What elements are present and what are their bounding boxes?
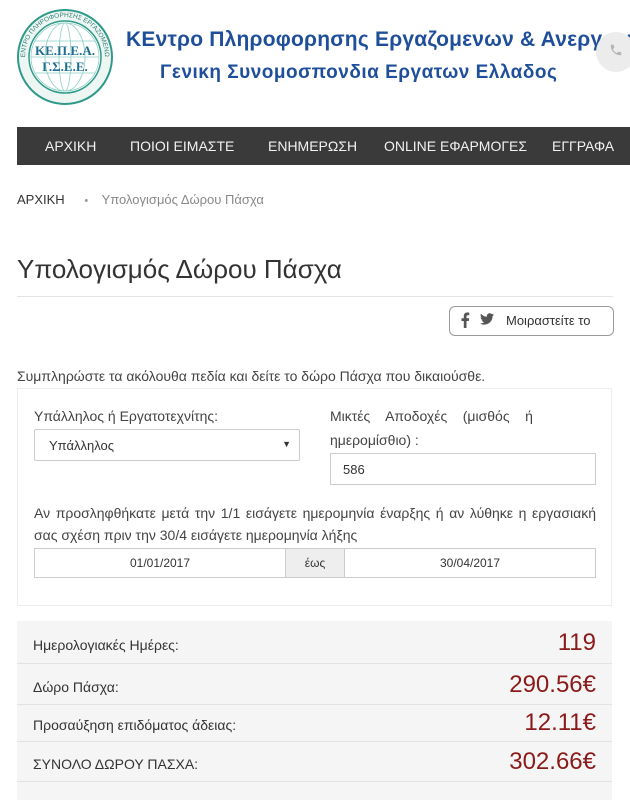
wage-input[interactable]: 586: [330, 453, 596, 485]
result-row-days: Ημερολογιακές Ημέρες: 119: [17, 625, 612, 663]
logo-text-top: ΚΕ.Π.Ε.Α.: [35, 43, 95, 58]
breadcrumb-home[interactable]: ΑΡΧΙΚΗ: [17, 192, 65, 207]
nav-item-news[interactable]: ΕΝΗΜΕΡΩΣΗ: [268, 138, 357, 154]
nav-item-documents[interactable]: ΕΓΓΡΑΦΑ: [552, 138, 614, 154]
result-label: Ημερολογιακές Ημέρες:: [33, 637, 179, 653]
result-divider: [17, 663, 612, 664]
result-value: 302.66€: [509, 748, 596, 775]
nav-item-online-apps[interactable]: ONLINE ΕΦΑΡΜΟΓΕΣ: [384, 138, 527, 154]
date-range: 01/01/2017 έως 30/04/2017: [34, 548, 596, 578]
phone-icon: [609, 43, 623, 62]
date-from-input[interactable]: 01/01/2017: [35, 549, 286, 577]
result-row-easter-bonus: Δώρο Πάσχα: 290.56€: [17, 667, 612, 705]
site-logo[interactable]: ΚΕ.Π.Ε.Α. Γ.Σ.Ε.Ε. ΚΕΝΤΡΟ ΠΛΗΡΟΦΟΡΗΣΗΣ Ε…: [14, 3, 114, 106]
employee-type-label: Υπάλληλος ή Εργατοτεχνίτης:: [34, 408, 219, 424]
result-value: 12.11€: [524, 709, 596, 736]
main-nav: ΑΡΧΙΚΗ ΠΟΙΟΙ ΕΙΜΑΣΤΕ ΕΝΗΜΕΡΩΣΗ ONLINE ΕΦ…: [17, 127, 630, 165]
facebook-icon[interactable]: [460, 312, 470, 331]
wage-label-line1: Μικτές Αποδοχές (μισθός ή: [330, 408, 533, 424]
twitter-icon[interactable]: [480, 313, 494, 328]
breadcrumb: ΑΡΧΙΚΗ • Υπολογισμός Δώρου Πάσχα: [17, 192, 264, 207]
result-divider: [17, 781, 612, 782]
site-header: ΚΕ.Π.Ε.Α. Γ.Σ.Ε.Ε. ΚΕΝΤΡΟ ΠΛΗΡΟΦΟΡΗΣΗΣ Ε…: [0, 0, 630, 128]
result-divider: [17, 741, 612, 742]
employee-type-value: Υπάλληλος: [49, 438, 114, 453]
date-to-input[interactable]: 30/04/2017: [345, 549, 595, 577]
breadcrumb-separator: •: [84, 195, 89, 207]
dates-note: Αν προσληφθήκατε μετά την 1/1 εισάγετε η…: [34, 505, 596, 543]
result-value: 290.56€: [509, 671, 596, 698]
employee-type-select[interactable]: Υπάλληλος ▼: [34, 429, 300, 461]
result-value: 119: [557, 629, 596, 656]
wage-label-line2: ημερομίσθιο) :: [330, 432, 419, 448]
phone-button[interactable]: [596, 32, 630, 72]
date-range-separator: έως: [286, 549, 345, 577]
result-row-leave-allowance: Προσαύξηση επιδόματος άδειας: 12.11€: [17, 705, 612, 743]
nav-item-about[interactable]: ΠΟΙΟΙ ΕΙΜΑΣΤΕ: [130, 138, 234, 154]
nav-item-home[interactable]: ΑΡΧΙΚΗ: [45, 138, 96, 154]
site-title-line2: Γενικη Συνομοσπονδια Εργατων Ελλαδος: [160, 62, 558, 83]
title-divider: [17, 296, 613, 297]
result-label: Δώρο Πάσχα:: [33, 679, 119, 695]
caret-down-icon: ▼: [282, 439, 291, 449]
wage-input-value: 586: [343, 462, 365, 477]
intro-text: Συμπληρώστε τα ακόλουθα πεδία και δείτε …: [17, 368, 486, 384]
logo-text-bottom: Γ.Σ.Ε.Ε.: [42, 59, 88, 74]
result-label: ΣΥΝΟΛΟ ΔΩΡΟΥ ΠΑΣΧΑ:: [33, 756, 199, 772]
result-label: Προσαύξηση επιδόματος άδειας:: [33, 717, 237, 733]
site-title-line1: ΚΕντρο Πληροφορησης Εργαζομενων & Ανεργω…: [126, 28, 630, 51]
breadcrumb-current: Υπολογισμός Δώρου Πάσχα: [101, 192, 264, 207]
result-row-total: ΣΥΝΟΛΟ ΔΩΡΟΥ ΠΑΣΧΑ: 302.66€: [17, 744, 612, 782]
page-title: Υπολογισμός Δώρου Πάσχα: [17, 254, 342, 284]
share-label: Μοιραστείτε το: [506, 313, 591, 328]
share-button[interactable]: Μοιραστείτε το: [449, 306, 614, 336]
